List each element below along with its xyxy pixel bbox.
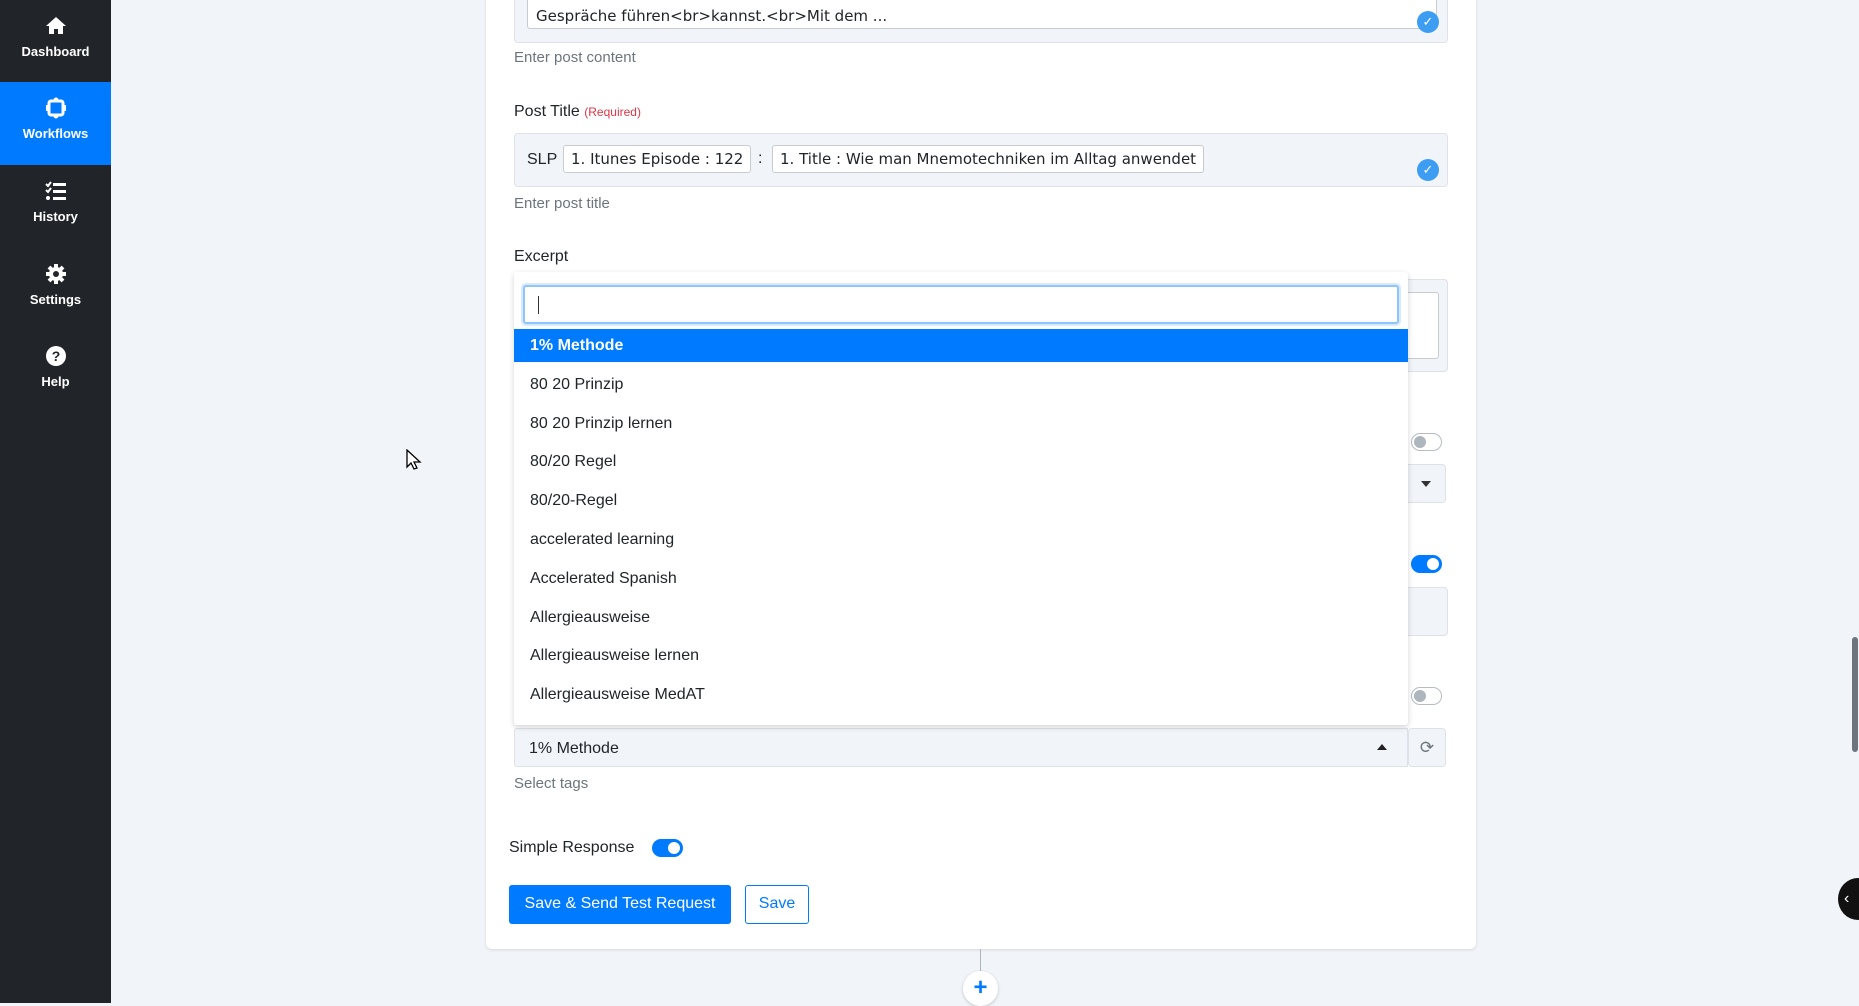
sidebar-item-history[interactable]: History — [0, 165, 111, 248]
mouse-cursor-icon — [406, 449, 422, 470]
tags-dropdown: 1% Methode 80 20 Prinzip 80 20 Prinzip ler… — [514, 272, 1408, 725]
post-content-field: Gespräche führen<br>kannst.<br>Mit dem .… — [514, 0, 1448, 43]
caret-up-icon — [1377, 744, 1387, 750]
tags-select[interactable]: 1% Methode — [514, 728, 1408, 767]
svg-text:?: ? — [51, 348, 60, 364]
title-token-episode[interactable]: 1. Itunes Episode : 122 — [563, 145, 752, 173]
dropdown-option[interactable]: Allergieausweise lernen — [514, 639, 1408, 672]
dropdown-option[interactable]: 80 20 Prinzip lernen — [514, 407, 1408, 440]
simple-response-toggle[interactable] — [652, 839, 683, 857]
collapse-panel-button[interactable]: ‹ — [1838, 878, 1859, 920]
list-check-icon — [44, 181, 66, 200]
dropdown-option[interactable]: 80/20-Regel — [514, 484, 1408, 517]
refresh-icon: ⟳ — [1419, 738, 1435, 757]
simple-response-label: Simple Response — [509, 839, 635, 856]
dropdown-option[interactable]: 1% Methode — [514, 329, 1408, 362]
sidebar-item-help[interactable]: ? Help — [0, 330, 111, 413]
toggle-off[interactable] — [1411, 433, 1442, 451]
post-title-label: Post Title (Required) — [514, 103, 641, 120]
toggle-off[interactable] — [1411, 687, 1442, 705]
caret-down-icon — [1421, 481, 1431, 487]
post-title-field[interactable]: SLP 1. Itunes Episode : 122 : 1. Title :… — [514, 133, 1448, 187]
plus-icon: + — [973, 974, 988, 1001]
dropdown-option[interactable]: 80 20 Prinzip — [514, 368, 1408, 401]
sidebar-item-dashboard[interactable]: Dashboard — [0, 0, 111, 83]
question-circle-icon: ? — [45, 346, 66, 366]
refresh-button[interactable]: ⟳ — [1408, 728, 1446, 767]
sidebar-item-settings[interactable]: Settings — [0, 248, 111, 331]
title-token-title[interactable]: 1. Title : Wie man Mnemotechniken im All… — [772, 145, 1205, 173]
post-title-help: Enter post title — [514, 195, 610, 212]
save-button[interactable]: Save — [745, 885, 809, 924]
chevron-left-icon: ‹ — [1844, 890, 1850, 907]
dropdown-option[interactable]: 80/20 Regel — [514, 445, 1408, 478]
dropdown-option[interactable]: Allergieausweise MedAT — [514, 678, 1408, 711]
add-step-button[interactable]: + — [963, 971, 998, 1006]
workflow-icon — [45, 97, 66, 119]
excerpt-label: Excerpt — [514, 248, 569, 265]
dropdown-option[interactable]: Accelerated Spanish — [514, 562, 1408, 595]
save-send-test-button[interactable]: Save & Send Test Request — [509, 885, 731, 924]
sidebar-item-workflows[interactable]: Workflows — [0, 82, 111, 165]
scrollbar-thumb[interactable] — [1852, 637, 1858, 752]
sidebar: Dashboard Workflows History Settings ? H… — [0, 0, 111, 1003]
tags-search-input[interactable] — [523, 285, 1399, 324]
dropdown-option[interactable]: accelerated learning — [514, 523, 1408, 556]
post-content-input[interactable]: Gespräche führen<br>kannst.<br>Mit dem .… — [527, 0, 1437, 29]
home-icon — [45, 17, 66, 34]
check-icon: ✓ — [1417, 159, 1439, 181]
tags-help: Select tags — [514, 775, 589, 792]
check-icon: ✓ — [1417, 11, 1439, 33]
toggle-on[interactable] — [1411, 555, 1442, 573]
post-content-help: Enter post content — [514, 49, 636, 66]
dropdown-option[interactable]: Allergieausweise — [514, 601, 1408, 634]
gear-icon — [45, 264, 66, 284]
